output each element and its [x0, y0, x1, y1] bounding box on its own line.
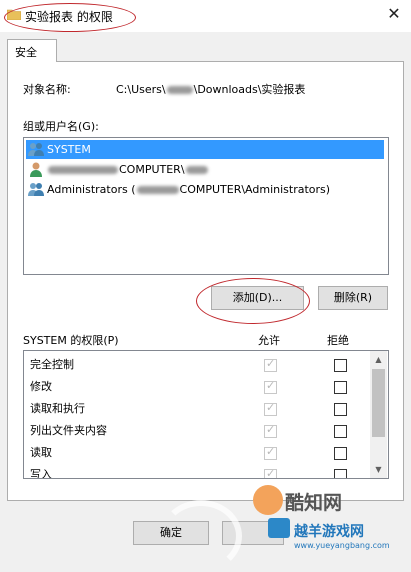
remove-button[interactable]: 删除(R)	[318, 286, 388, 310]
permissions-label: SYSTEM 的权限(P)	[23, 334, 119, 347]
redacted-username	[48, 166, 118, 174]
user-name-admin-prefix: Administrators (	[47, 183, 136, 196]
watermark-brand2: 越羊游戏网	[294, 524, 364, 540]
allow-checkbox-list-folder	[264, 423, 277, 438]
object-path-suffix: \Downloads\实验报表	[193, 83, 306, 96]
allow-checkbox-full-control	[264, 357, 277, 372]
allow-checkbox-write	[264, 467, 277, 478]
watermark-url: www.yueyangbang.com	[294, 541, 390, 550]
object-path: C:\Users\ \Downloads\实验报表	[116, 81, 305, 97]
allow-header: 允许	[258, 334, 280, 347]
user-name-system: SYSTEM	[47, 143, 91, 156]
permission-modify: 修改	[30, 380, 52, 393]
user-row-system[interactable]: SYSTEM	[26, 140, 384, 159]
user-name-administrators: Administrators ( COMPUTER\Administrators)	[47, 180, 330, 199]
object-path-prefix: C:\Users\	[116, 83, 166, 96]
watermark-logo-icon	[253, 485, 283, 515]
deny-checkbox-list-folder[interactable]	[334, 425, 347, 438]
add-annotation-ellipse	[196, 278, 310, 324]
permission-read-execute: 读取和执行	[30, 402, 85, 415]
scroll-down-icon[interactable]: ▼	[370, 461, 387, 478]
user-icon	[30, 162, 42, 177]
user-name-local-text: COMPUTER\	[119, 163, 185, 176]
user-name-local: COMPUTER\	[47, 160, 209, 179]
group-users-icon	[28, 143, 44, 156]
deny-checkbox-modify[interactable]	[334, 381, 347, 394]
redacted-username	[166, 86, 193, 94]
permission-list-folder: 列出文件夹内容	[30, 424, 107, 437]
user-name-admin-suffix: COMPUTER\Administrators)	[179, 183, 331, 196]
users-listbox[interactable]: SYSTEM COMPUTER\ Administrators ( COMPUTE…	[23, 137, 389, 275]
watermark-logo2-icon	[268, 518, 290, 538]
scroll-thumb[interactable]	[372, 369, 385, 437]
allow-checkbox-read	[264, 445, 277, 460]
groups-label: 组或用户名(G):	[23, 120, 99, 133]
deny-checkbox-read[interactable]	[334, 447, 347, 460]
permission-read: 读取	[30, 446, 52, 459]
group-users-icon	[28, 183, 44, 196]
allow-checkbox-read-execute	[264, 401, 277, 416]
redacted-username	[185, 166, 208, 174]
redacted-computer	[136, 186, 179, 194]
watermark-brand: 酷知网	[285, 492, 343, 514]
deny-checkbox-read-execute[interactable]	[334, 403, 347, 416]
allow-checkbox-modify	[264, 379, 277, 394]
permission-full-control: 完全控制	[30, 358, 74, 371]
object-name-label: 对象名称:	[23, 83, 71, 96]
permissions-list: 完全控制 修改 读取和执行 列出文件夹内容 读取 写入 ▲ ▼	[23, 350, 389, 479]
deny-checkbox-write[interactable]	[334, 469, 347, 478]
permissions-scrollbar[interactable]: ▲ ▼	[370, 351, 387, 478]
deny-header: 拒绝	[327, 334, 349, 347]
deny-checkbox-full-control[interactable]	[334, 359, 347, 372]
permission-write: 写入	[30, 468, 52, 479]
scroll-up-icon[interactable]: ▲	[370, 351, 387, 368]
watermark-swirl	[160, 500, 242, 572]
